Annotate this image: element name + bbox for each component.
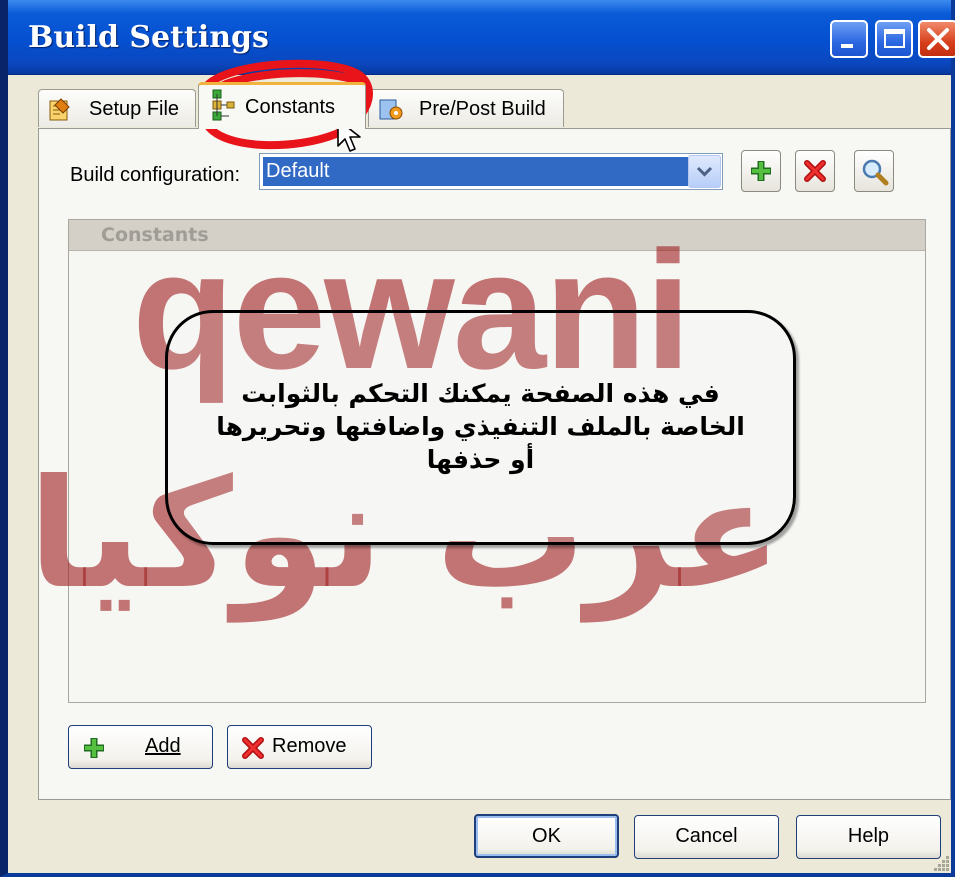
build-configuration-value: Default — [263, 157, 688, 186]
callout-line: أو حذفها — [426, 445, 535, 474]
add-button[interactable]: Add — [68, 725, 213, 769]
add-configuration-button[interactable] — [741, 150, 781, 192]
constants-icon — [212, 89, 235, 121]
remove-button-label: Remove — [272, 735, 347, 757]
build-configuration-select[interactable]: Default — [259, 153, 723, 190]
chevron-down-icon — [696, 166, 713, 177]
tab-setup-file[interactable]: Setup File — [38, 89, 196, 127]
magnifier-icon — [862, 159, 889, 186]
maximize-icon — [884, 29, 905, 48]
minimize-icon — [841, 44, 853, 48]
plus-icon — [84, 738, 104, 758]
callout-text: في هذه الصفحة يمكنك التحكم بالثوابت الخا… — [168, 377, 793, 476]
plus-icon — [751, 161, 771, 181]
view-configuration-button[interactable] — [854, 150, 894, 192]
title-bar[interactable]: Build Settings — [8, 0, 955, 75]
remove-button[interactable]: Remove — [227, 725, 372, 769]
annotation-callout: في هذه الصفحة يمكنك التحكم بالثوابت الخا… — [165, 310, 796, 545]
close-icon — [927, 28, 949, 50]
tab-label: Constants — [245, 96, 336, 118]
tab-pre-post-build[interactable]: Pre/Post Build — [368, 89, 564, 127]
tab-constants[interactable]: Constants — [198, 82, 366, 129]
tab-label: Setup File — [89, 98, 180, 120]
delete-x-icon — [804, 160, 826, 182]
help-button-label: Help — [847, 825, 890, 847]
cancel-button[interactable]: Cancel — [634, 815, 779, 859]
delete-configuration-button[interactable] — [795, 150, 835, 192]
dropdown-button[interactable] — [688, 155, 721, 188]
delete-x-icon — [242, 737, 264, 759]
setup-file-icon — [49, 98, 70, 121]
cancel-button-label: Cancel — [675, 825, 738, 847]
add-button-label: Add — [145, 735, 181, 757]
build-configuration-label: Build configuration: — [70, 164, 241, 186]
callout-line: في هذه الصفحة يمكنك التحكم بالثوابت — [241, 379, 720, 408]
tab-label: Pre/Post Build — [419, 98, 546, 120]
close-button[interactable] — [918, 20, 955, 58]
help-button[interactable]: Help — [796, 815, 941, 859]
maximize-button[interactable] — [875, 20, 913, 58]
minimize-button[interactable] — [830, 20, 868, 58]
callout-line: الخاصة بالملف التنفيذي واضافتها وتحريرها — [216, 412, 745, 441]
ok-button[interactable]: OK — [474, 814, 619, 858]
resize-grip-icon[interactable] — [930, 852, 952, 874]
ok-button-label: OK — [532, 825, 561, 847]
window-title: Build Settings — [28, 20, 269, 55]
